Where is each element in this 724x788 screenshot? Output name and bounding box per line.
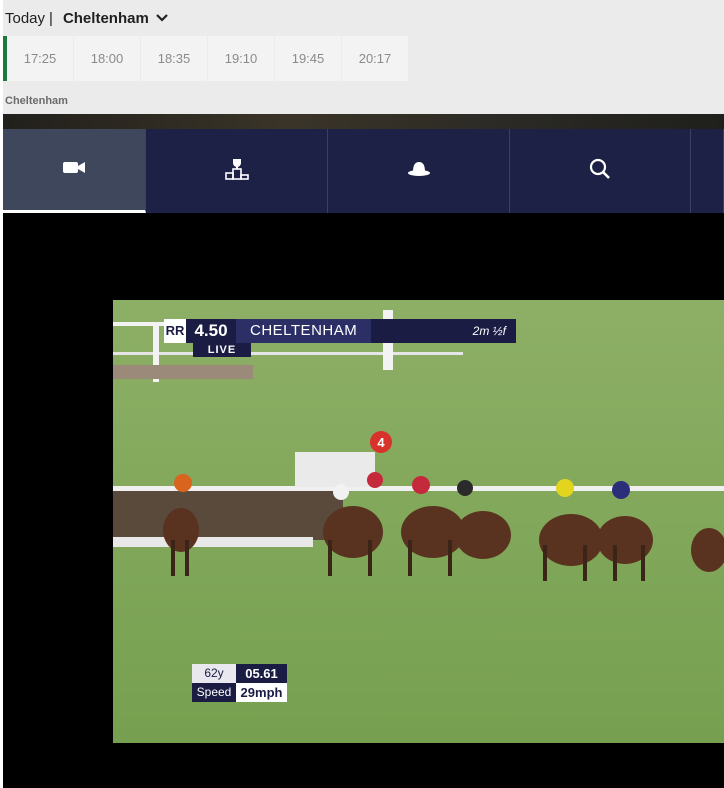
chevron-down-icon[interactable] [155,9,173,27]
racecourse-name: CHELTENHAM [236,319,372,343]
live-badge: LIVE [193,343,251,357]
time-tab[interactable]: 19:10 [208,36,275,81]
yards-label: 62y [192,664,236,683]
tab-results[interactable] [146,129,328,213]
race-time-tabs: 17:25 18:00 18:35 19:10 19:45 20:17 [3,36,409,81]
tab-video[interactable] [3,129,146,213]
trophy-podium-icon [224,156,250,187]
time-tab[interactable]: 17:25 [7,36,74,81]
race-time: 4.50 [194,321,228,340]
race-selector-bar: Today | Cheltenham 17:25 18:00 18:35 19:… [3,0,724,114]
header-image-strip [3,114,724,129]
elapsed-time: 05.61 [236,664,287,683]
speed-label: Speed [192,683,236,702]
sectional-stats: 62y 05.61 Speed 29mph [192,664,287,702]
venue-header[interactable]: Today | Cheltenham [5,8,173,28]
video-camera-icon [61,154,87,185]
video-player[interactable]: 4 RR 4.50 CHELTENHAM 2m ½f LIVE 62y 05.6… [3,213,724,788]
time-tab[interactable]: 18:35 [141,36,208,81]
time-tab[interactable]: 18:00 [74,36,141,81]
broadcaster-logo: RR [164,319,186,343]
day-label: Today [5,9,46,27]
race-video-frame[interactable]: 4 RR 4.50 CHELTENHAM 2m ½f LIVE 62y 05.6… [113,300,724,743]
speed-value: 29mph [236,683,287,702]
race-info-banner: RR 4.50 CHELTENHAM 2m ½f [164,319,516,343]
tab-runners[interactable] [328,129,510,213]
time-tab[interactable]: 20:17 [342,36,409,81]
track-label: Cheltenham [5,95,68,107]
jockey-hat-icon [406,156,432,187]
header-separator: | [49,9,53,27]
race-distance: 2m ½f [472,324,506,338]
media-tab-bar [3,129,724,213]
venue-dropdown-label[interactable]: Cheltenham [63,10,149,27]
tab-search[interactable] [510,129,691,213]
time-tab[interactable]: 19:45 [275,36,342,81]
tab-more[interactable] [691,129,724,213]
distance-marker: 4 [377,435,385,450]
search-icon [587,156,613,187]
